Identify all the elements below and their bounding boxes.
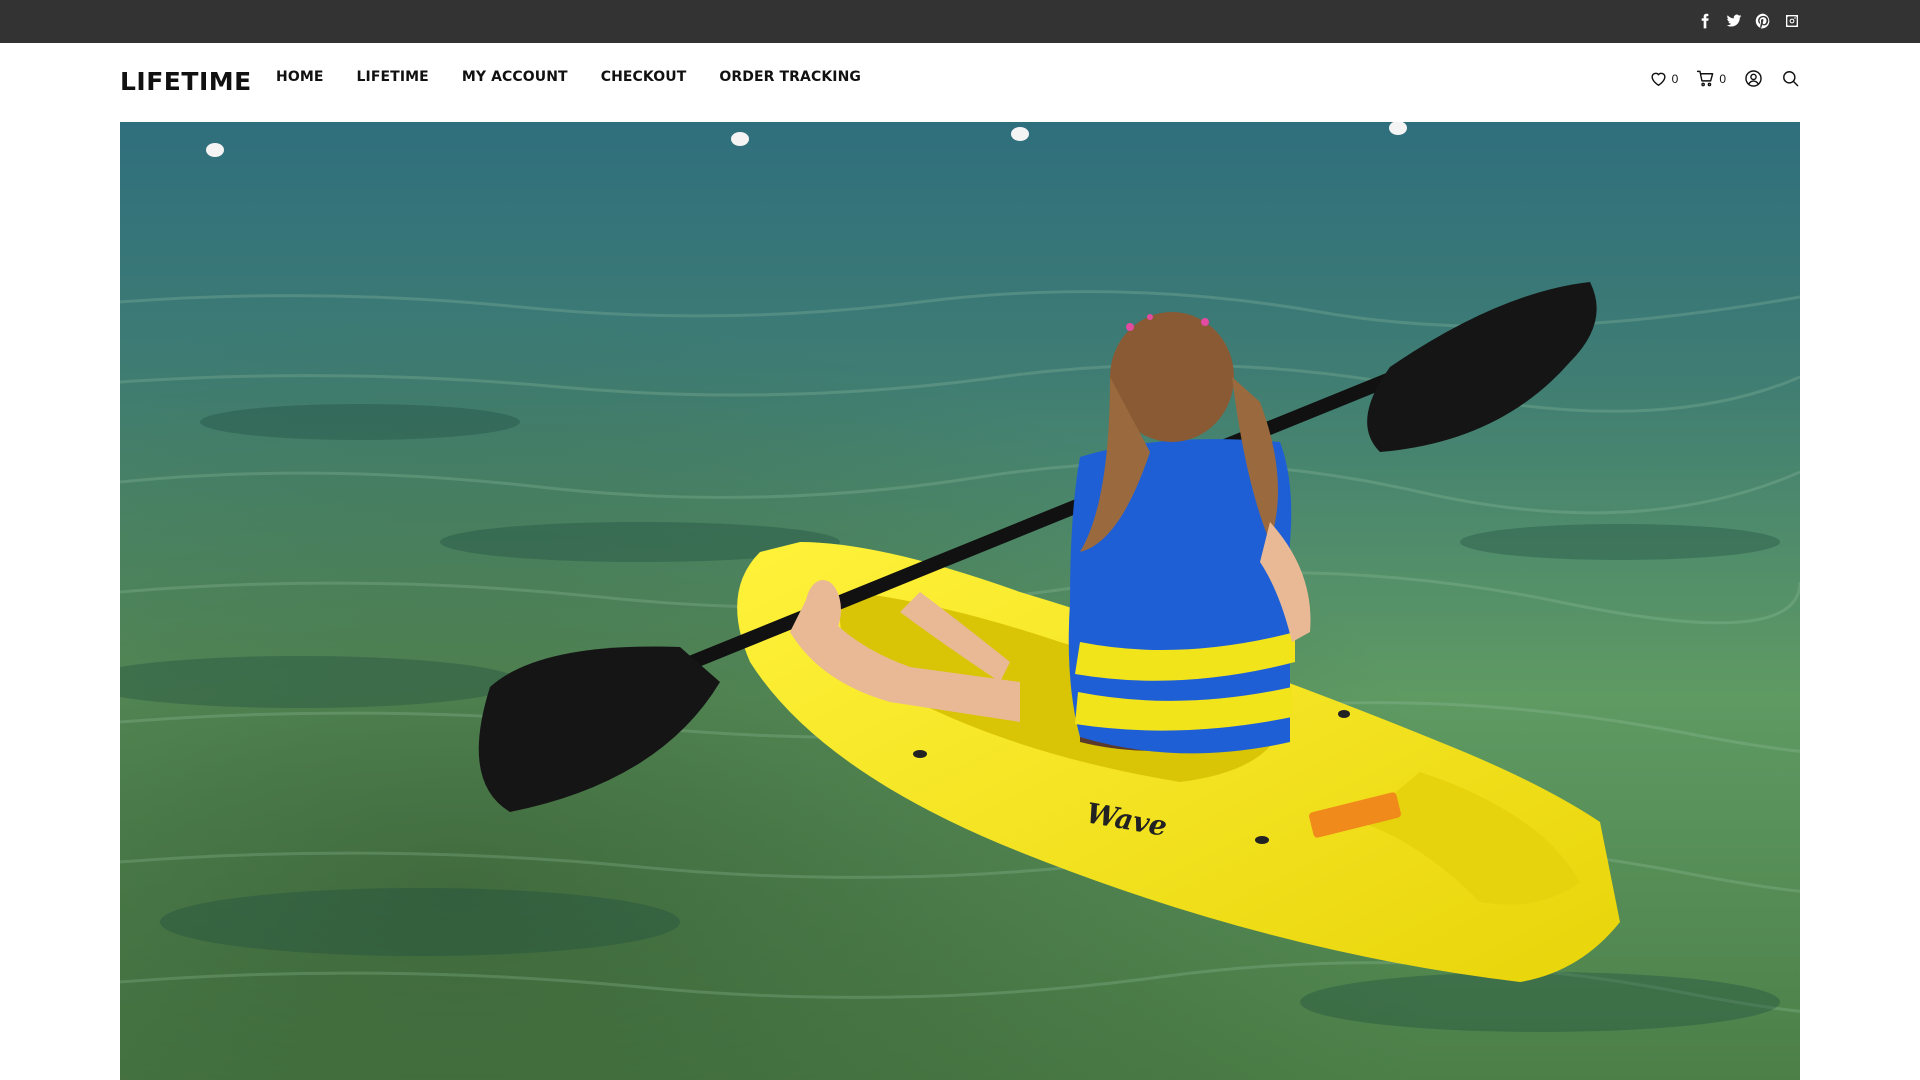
account-button[interactable] — [1744, 69, 1763, 88]
nav-item-my-account[interactable]: MY ACCOUNT — [462, 69, 568, 85]
search-icon — [1783, 71, 1799, 87]
social-links — [1696, 12, 1800, 29]
wishlist-count: 0 — [1671, 71, 1679, 86]
twitter-icon — [1726, 14, 1741, 27]
pinterest-icon — [1755, 13, 1769, 28]
site-header: LIFETIME HOME LIFETIME MY ACCOUNT CHECKO… — [0, 43, 1920, 123]
pinterest-link[interactable] — [1754, 12, 1771, 29]
nav-item-lifetime[interactable]: LIFETIME — [357, 69, 429, 85]
header-tools: 0 0 — [1649, 69, 1800, 88]
top-bar — [0, 0, 1920, 43]
cart-icon — [1697, 70, 1714, 87]
facebook-icon — [1701, 13, 1709, 28]
user-icon — [1745, 70, 1762, 87]
cart-count: 0 — [1719, 71, 1726, 86]
kayak-photo: Wave — [120, 122, 1800, 1080]
wishlist-button[interactable]: 0 — [1649, 69, 1679, 88]
site-logo[interactable]: LIFETIME — [120, 67, 252, 96]
nav-item-home[interactable]: HOME — [276, 69, 324, 85]
heart-icon — [1651, 72, 1666, 86]
hero-image: Wave — [120, 122, 1800, 1080]
instagram-link[interactable] — [1783, 12, 1800, 29]
twitter-link[interactable] — [1725, 12, 1742, 29]
cart-button[interactable]: 0 — [1696, 69, 1726, 88]
main-nav: HOME LIFETIME MY ACCOUNT CHECKOUT ORDER … — [276, 69, 861, 85]
nav-item-order-tracking[interactable]: ORDER TRACKING — [719, 69, 861, 85]
nav-item-checkout[interactable]: CHECKOUT — [601, 69, 687, 85]
search-button[interactable] — [1781, 69, 1800, 88]
facebook-link[interactable] — [1696, 12, 1713, 29]
instagram-icon — [1785, 14, 1798, 27]
